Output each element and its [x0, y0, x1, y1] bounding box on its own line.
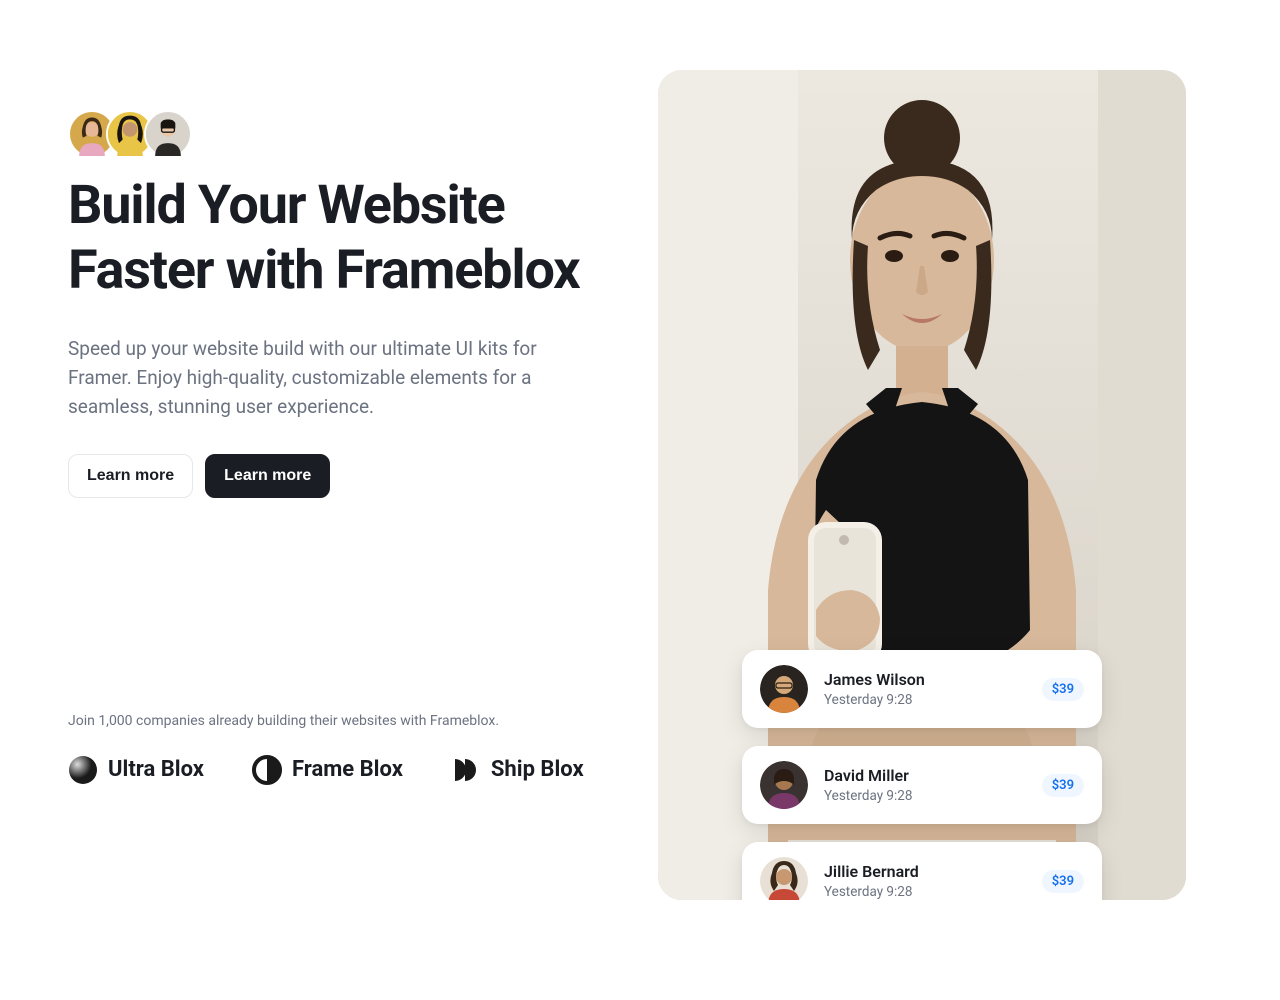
learn-more-button-dark[interactable]: Learn more [205, 454, 330, 498]
circle-gradient-icon [68, 755, 98, 785]
logo-label: Ship Blox [491, 757, 584, 782]
avatar [144, 110, 192, 158]
card-time: Yesterday 9:28 [824, 692, 1026, 708]
social-proof-text: Join 1,000 companies already building th… [68, 713, 598, 729]
card-name: Jillie Bernard [824, 862, 1026, 881]
hero-image: James Wilson Yesterday 9:28 $39 David Mi… [658, 70, 1186, 900]
double-d-icon [451, 755, 481, 785]
card-time: Yesterday 9:28 [824, 788, 1026, 804]
logo-ultra-blox: Ultra Blox [68, 755, 204, 785]
logo-ship-blox: Ship Blox [451, 755, 584, 785]
logo-frame-blox: Frame Blox [252, 755, 403, 785]
price-badge: $39 [1042, 870, 1084, 893]
notification-card[interactable]: James Wilson Yesterday 9:28 $39 [742, 650, 1102, 728]
avatar [760, 857, 808, 900]
avatar [760, 761, 808, 809]
notification-card[interactable]: David Miller Yesterday 9:28 $39 [742, 746, 1102, 824]
price-badge: $39 [1042, 678, 1084, 701]
logo-label: Ultra Blox [108, 757, 204, 782]
avatar-stack [68, 110, 598, 158]
card-name: David Miller [824, 766, 1026, 785]
logo-row: Ultra Blox Frame Blox Ship Blox [68, 755, 598, 785]
half-circle-icon [252, 755, 282, 785]
logo-label: Frame Blox [292, 757, 403, 782]
hero-subtext: Speed up your website build with our ult… [68, 334, 598, 422]
avatar [760, 665, 808, 713]
notification-card[interactable]: Jillie Bernard Yesterday 9:28 $39 [742, 842, 1102, 900]
hero-heading: Build Your Website Faster with Frameblox [68, 174, 598, 304]
card-name: James Wilson [824, 670, 1026, 689]
learn-more-button-light[interactable]: Learn more [68, 454, 193, 498]
card-time: Yesterday 9:28 [824, 884, 1026, 900]
price-badge: $39 [1042, 774, 1084, 797]
